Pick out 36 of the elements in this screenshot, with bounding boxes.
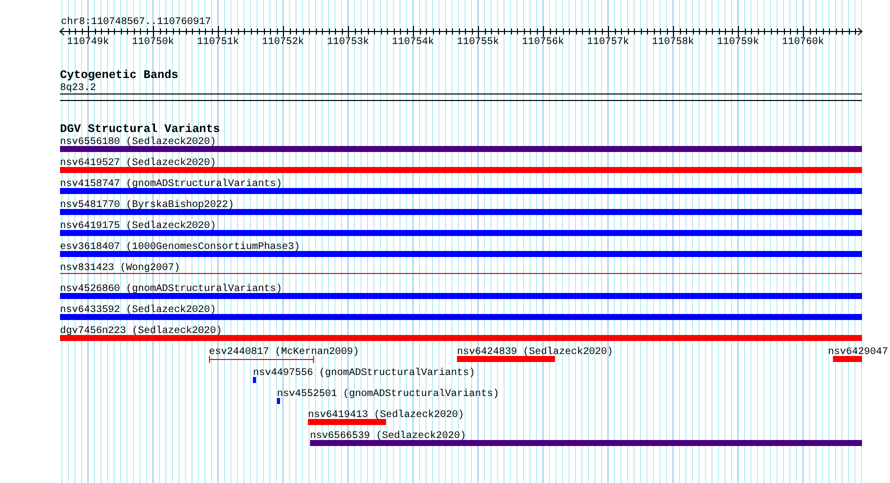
variant-label: nsv4526860 (gnomADStructuralVariants) [60, 284, 282, 295]
variant-label: nsv6433592 (Sedlazeck2020) [60, 305, 216, 316]
variant-label: nsv6419413 (Sedlazeck2020) [308, 410, 464, 421]
ruler-label: 110751k [197, 37, 239, 48]
ruler-label: 110754k [392, 37, 434, 48]
variant-bar[interactable] [252, 377, 256, 383]
variant-label: nsv4552501 (gnomADStructuralVariants) [277, 389, 500, 400]
variant-label: esv2440817 (McKernan2009) [209, 347, 360, 358]
ruler-label: 110756k [522, 37, 564, 48]
variant-label: nsv6419175 (Sedlazeck2020) [60, 221, 216, 232]
ruler-label: 110759k [717, 37, 759, 48]
variant-label: esv3618407 (1000GenomesConsortiumPhase3) [60, 242, 300, 253]
variant-label: nsv6566539 (Sedlazeck2020) [310, 431, 466, 442]
ruler-label: 110758k [652, 37, 694, 48]
track-title: Cytogenetic Bands [60, 69, 178, 82]
variant-label: nsv6419527 (Sedlazeck2020) [60, 158, 216, 169]
variant-line[interactable] [60, 273, 862, 274]
variant-label: nsv6429047 [828, 347, 888, 358]
variant-label: nsv6556180 (Sedlazeck2020) [60, 137, 216, 148]
ruler-label: 110757k [587, 37, 629, 48]
ruler-label: 110753k [327, 37, 369, 48]
variant-label: nsv4497556 (gnomADStructuralVariants) [252, 368, 475, 379]
variant-label: nsv4158747 (gnomADStructuralVariants) [60, 179, 282, 190]
variant-interval[interactable] [208, 356, 314, 364]
track-title: DGV Structural Variants [60, 123, 220, 136]
ruler-label: 110749k [67, 37, 109, 48]
ruler-label: 110752k [262, 37, 304, 48]
variant-label: nsv6424839 (Sedlazeck2020) [457, 347, 614, 358]
ruler-label: 110750k [132, 37, 174, 48]
variant-label: nsv831423 (Wong2007) [60, 263, 180, 274]
location-text: chr8:110748567..110760917 [61, 17, 212, 28]
band-label: 8q23.2 [60, 83, 96, 94]
ruler-label: 110755k [457, 37, 499, 48]
ruler-label: 110760k [782, 37, 824, 48]
variant-label: nsv5481770 (ByrskaBishop2022) [60, 200, 234, 211]
variant-label: dgv7456n223 (Sedlazeck2020) [60, 326, 222, 337]
